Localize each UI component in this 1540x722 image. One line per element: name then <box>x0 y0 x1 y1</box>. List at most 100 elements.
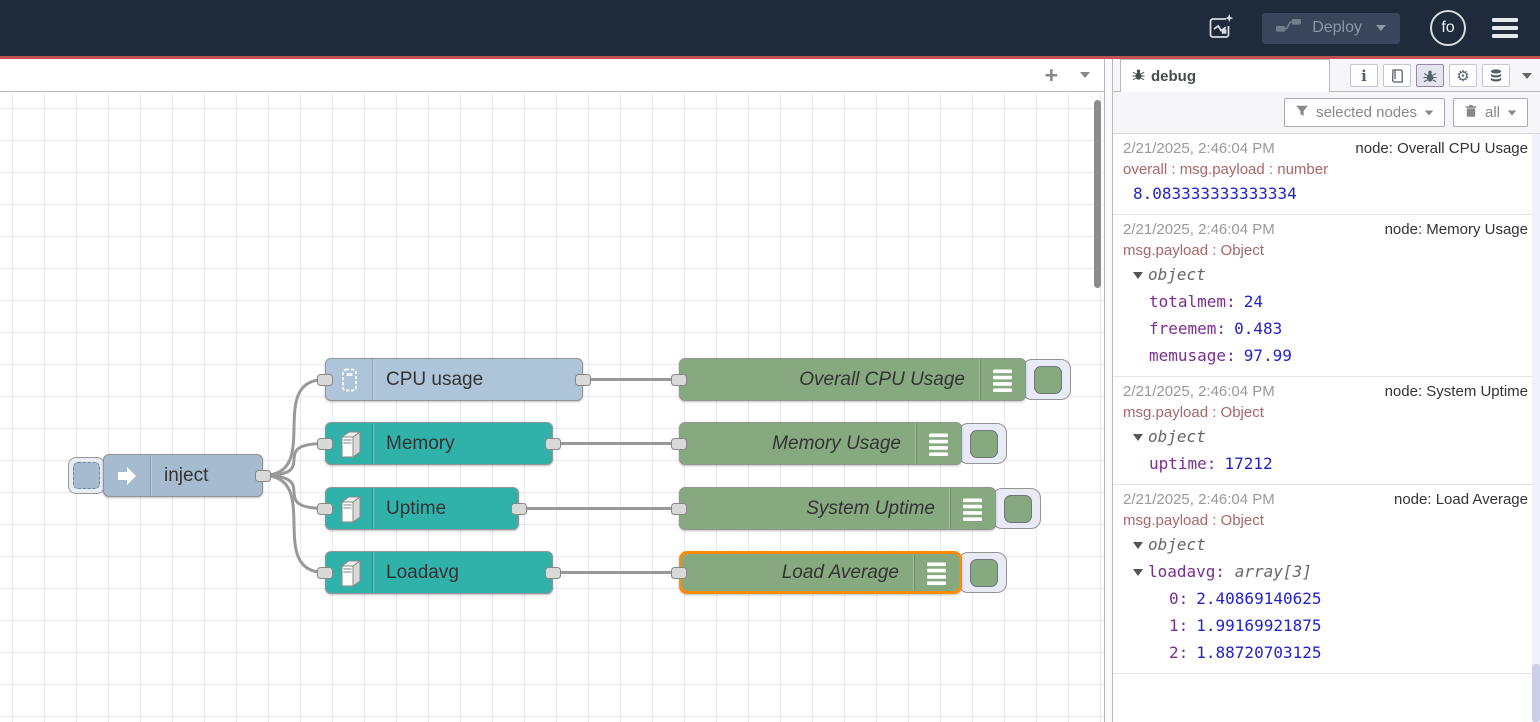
debug-lines-icon <box>914 554 959 591</box>
debug-toggle-button[interactable] <box>1022 359 1071 400</box>
debug-toggle-button[interactable] <box>958 552 1007 593</box>
ai-assistant-icon[interactable] <box>1204 11 1236 45</box>
debug-toolbar: selected nodes all <box>1113 92 1540 134</box>
payload-value: 24 <box>1244 292 1263 311</box>
message-property: msg.payload : Object <box>1123 511 1528 531</box>
port-out[interactable] <box>511 503 527 515</box>
server-icon <box>326 423 373 464</box>
node-label: Loadavg <box>373 552 552 593</box>
debug-toggle-button[interactable] <box>992 488 1041 529</box>
gear-icon[interactable]: ⚙ <box>1449 64 1477 87</box>
node-body: Loadavg <box>325 551 553 594</box>
server-icon <box>326 552 373 593</box>
expand-caret-icon[interactable] <box>1133 569 1143 576</box>
inject-button[interactable] <box>68 457 105 494</box>
node-body: Memory <box>325 422 553 465</box>
node-loadavg[interactable]: Loadavg <box>325 551 553 594</box>
bug-icon[interactable] <box>1416 64 1444 87</box>
flow-canvas[interactable]: inject CPU usage Memory Uptime Loadavg Overal… <box>0 92 1104 722</box>
port-in[interactable] <box>317 438 333 450</box>
payload-value: 1.88720703125 <box>1196 643 1321 662</box>
debug-toggle-face <box>1004 495 1032 523</box>
canvas-vertical-scrollbar[interactable] <box>1094 100 1101 288</box>
messages-scrollbar-track[interactable] <box>1532 134 1540 722</box>
port-out[interactable] <box>255 470 271 482</box>
node-label: Uptime <box>373 488 518 529</box>
port-in[interactable] <box>671 374 687 386</box>
payload-row: 0:2.40869140625 <box>1123 585 1528 612</box>
node-cpu[interactable]: CPU usage <box>325 358 583 401</box>
message-node-name: node: Overall CPU Usage <box>1345 139 1528 159</box>
node-label: inject <box>151 455 262 496</box>
deploy-caret-icon[interactable] <box>1376 25 1386 31</box>
node-body: Overall CPU Usage <box>679 358 1026 401</box>
node-inject[interactable]: inject <box>103 454 263 497</box>
payload-value: 2.40869140625 <box>1196 589 1321 608</box>
payload-type-label: object <box>1148 535 1206 554</box>
clear-label: all <box>1485 104 1500 121</box>
main-area: + inject CPU usage Memory Uptime Loadavg Over… <box>0 59 1540 722</box>
flow-list-caret-icon[interactable] <box>1080 72 1090 78</box>
payload-value: 17212 <box>1224 454 1272 473</box>
info-icon[interactable]: i <box>1350 64 1378 87</box>
messages-scrollbar-thumb[interactable] <box>1532 664 1540 722</box>
port-in[interactable] <box>317 567 333 579</box>
flow-tabbar: + <box>0 59 1104 92</box>
port-in[interactable] <box>671 567 687 579</box>
debug-toggle-button[interactable] <box>958 423 1007 464</box>
database-icon[interactable] <box>1482 64 1510 87</box>
payload-row: freemem:0.483 <box>1123 315 1528 342</box>
expand-caret-icon[interactable] <box>1133 434 1143 441</box>
payload-type-label: array[3] <box>1225 562 1312 581</box>
node-load-average[interactable]: Load Average <box>679 551 962 594</box>
add-flow-button[interactable]: + <box>1045 65 1058 85</box>
message-meta: 2/21/2025, 2:46:04 PMnode: System Uptime <box>1123 382 1528 402</box>
port-in[interactable] <box>317 374 333 386</box>
port-out[interactable] <box>545 438 561 450</box>
trash-icon <box>1464 104 1478 122</box>
tab-debug[interactable]: debug <box>1120 59 1330 92</box>
cpu-chip-icon <box>326 359 373 400</box>
debug-message: 2/21/2025, 2:46:04 PMnode: Memory Usagem… <box>1113 215 1540 377</box>
node-memory-usage[interactable]: Memory Usage <box>679 422 962 465</box>
expand-caret-icon[interactable] <box>1133 272 1143 279</box>
user-avatar[interactable]: fo <box>1430 10 1466 46</box>
payload-row: object <box>1123 261 1528 288</box>
menu-icon[interactable] <box>1492 18 1518 38</box>
node-label: Memory Usage <box>680 423 916 464</box>
port-in[interactable] <box>671 503 687 515</box>
node-label: Load Average <box>682 554 914 591</box>
filter-button[interactable]: selected nodes <box>1284 98 1445 127</box>
port-out[interactable] <box>545 567 561 579</box>
node-label: Memory <box>373 423 552 464</box>
payload-row: totalmem:24 <box>1123 288 1528 315</box>
node-memory[interactable]: Memory <box>325 422 553 465</box>
node-system-uptime[interactable]: System Uptime <box>679 487 996 530</box>
payload-type-label: object <box>1148 265 1206 284</box>
server-icon <box>326 488 373 529</box>
deploy-button[interactable]: Deploy <box>1262 13 1400 44</box>
payload-value: 1.99169921875 <box>1196 616 1321 635</box>
inject-arrow-icon <box>104 455 151 496</box>
deploy-nodes-icon <box>1276 18 1302 38</box>
message-timestamp: 2/21/2025, 2:46:04 PM <box>1123 490 1275 510</box>
debug-lines-icon <box>916 423 961 464</box>
port-in[interactable] <box>671 438 687 450</box>
inject-button-face <box>73 462 100 489</box>
clear-button[interactable]: all <box>1453 98 1528 127</box>
sidebar-tabs-caret-icon[interactable] <box>1522 73 1532 79</box>
message-timestamp: 2/21/2025, 2:46:04 PM <box>1123 220 1275 240</box>
port-out[interactable] <box>575 374 591 386</box>
node-body: Uptime <box>325 487 519 530</box>
node-uptime[interactable]: Uptime <box>325 487 519 530</box>
debug-sidebar: debug i ⚙ <box>1113 59 1540 722</box>
node-overall-cpu[interactable]: Overall CPU Usage <box>679 358 1026 401</box>
book-icon[interactable] <box>1383 64 1411 87</box>
sidebar-splitter[interactable] <box>1105 59 1113 722</box>
debug-toggle-face <box>970 559 998 587</box>
port-in[interactable] <box>317 503 333 515</box>
expand-caret-icon[interactable] <box>1133 542 1143 549</box>
payload-value: 0.483 <box>1234 319 1282 338</box>
app-header: Deploy fo <box>0 0 1540 56</box>
payload-row: object <box>1123 531 1528 558</box>
